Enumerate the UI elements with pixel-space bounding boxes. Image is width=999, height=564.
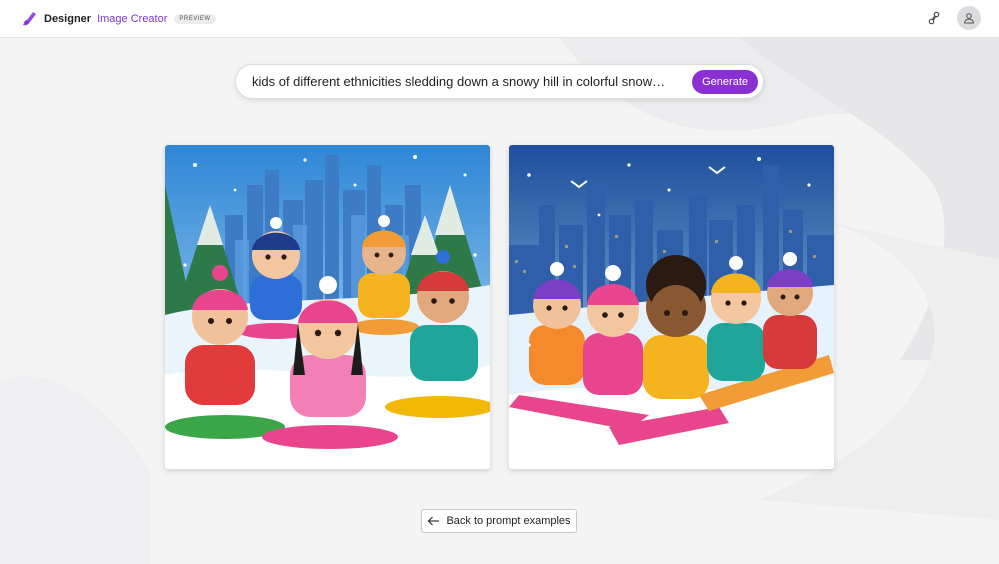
- result-image-1-art: [165, 145, 490, 469]
- back-button-label: Back to prompt examples: [446, 515, 571, 527]
- designer-logo-icon: [22, 11, 38, 27]
- product-name: Image Creator: [97, 12, 168, 25]
- share-button[interactable]: [925, 9, 943, 27]
- result-image-2-art: [509, 145, 834, 469]
- preview-badge: PREVIEW: [174, 13, 216, 24]
- brand-name: Designer: [44, 12, 92, 25]
- brand[interactable]: Designer Image Creator PREVIEW: [22, 11, 216, 27]
- generate-button[interactable]: Generate: [692, 69, 758, 94]
- person-icon: [963, 12, 975, 24]
- prompt-input[interactable]: [252, 71, 693, 92]
- prompt-bar: Generate: [235, 64, 764, 99]
- back-to-prompt-examples-button[interactable]: Back to prompt examples: [421, 509, 577, 533]
- result-image-2[interactable]: [509, 145, 834, 469]
- account-avatar[interactable]: [957, 6, 981, 30]
- result-image-1[interactable]: [165, 145, 490, 469]
- top-bar: Designer Image Creator PREVIEW: [0, 0, 999, 38]
- share-icon: [927, 11, 941, 25]
- arrow-left-icon: [427, 516, 440, 526]
